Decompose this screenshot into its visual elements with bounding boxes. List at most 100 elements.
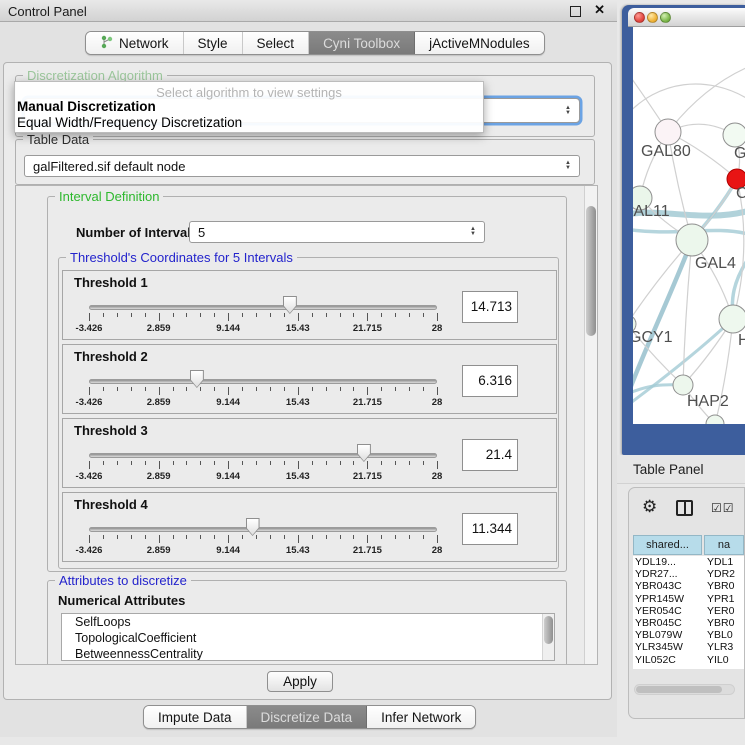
- node-gal4[interactable]: [676, 224, 708, 256]
- scrollbar-thumb[interactable]: [544, 616, 553, 644]
- cell-shared-name[interactable]: YBR043C: [633, 580, 704, 592]
- threshold-2-slider[interactable]: -3.4262.8599.14415.4321.71528: [89, 345, 437, 415]
- float-window-icon[interactable]: [570, 6, 581, 17]
- table-rows[interactable]: YDL19...YDL1YDR27...YDR2YBR043CYBR0YPR14…: [633, 556, 744, 669]
- cell-name[interactable]: YBR0: [704, 617, 744, 629]
- column-header-shared-name[interactable]: shared...: [633, 535, 702, 555]
- cell-name[interactable]: YER0: [704, 605, 744, 617]
- threshold-1-slider[interactable]: -3.4262.8599.14415.4321.71528: [89, 271, 437, 341]
- apply-button[interactable]: Apply: [267, 671, 333, 692]
- table-row[interactable]: YLR345WYLR3: [633, 641, 744, 653]
- attribute-list-item[interactable]: BetweennessCentrality: [62, 646, 554, 661]
- attributes-list-scrollbar[interactable]: [542, 614, 554, 660]
- cell-name[interactable]: YDR2: [704, 568, 744, 580]
- threshold-2-value-field[interactable]: 6.316: [462, 365, 518, 397]
- table-row[interactable]: YIL052CYIL0: [633, 654, 744, 666]
- slider-tick: [173, 313, 174, 317]
- table-row[interactable]: YBR045CYBR0: [633, 617, 744, 629]
- dropdown-option-equal-width-frequency[interactable]: Equal Width/Frequency Discretization: [15, 115, 483, 131]
- slider-tick-label: 21.715: [353, 545, 382, 556]
- slider-ticks: [89, 461, 437, 470]
- slider-tick-label: -3.426: [76, 471, 103, 482]
- slider-track[interactable]: [89, 453, 437, 458]
- cell-shared-name[interactable]: YLR345W: [633, 641, 704, 653]
- attribute-list-item[interactable]: TopologicalCoefficient: [62, 630, 554, 646]
- threshold-4-value-field[interactable]: 11.344: [462, 513, 518, 545]
- threshold-4-slider[interactable]: -3.4262.8599.14415.4321.71528: [89, 493, 437, 563]
- node-bottom[interactable]: [706, 415, 724, 424]
- network-canvas[interactable]: GAL80 G. C GAL11 GAL4 GCY1 H HAP2: [633, 27, 745, 424]
- slider-thumb[interactable]: [246, 518, 260, 536]
- table-horizontal-scrollbar[interactable]: [634, 684, 735, 695]
- tab-impute-data[interactable]: Impute Data: [144, 706, 247, 728]
- scrollbar-thumb[interactable]: [636, 686, 722, 693]
- cell-shared-name[interactable]: YDL19...: [633, 556, 704, 568]
- numerical-attributes-list[interactable]: SelfLoopsTopologicalCoefficientBetweenne…: [61, 613, 555, 661]
- slider-tick: [395, 461, 396, 465]
- columns-icon[interactable]: [676, 500, 693, 516]
- scrollbar-thumb[interactable]: [586, 206, 596, 336]
- table-row[interactable]: YBL079WYBL0: [633, 629, 744, 641]
- slider-track[interactable]: [89, 527, 437, 532]
- cell-name[interactable]: YDL1: [704, 556, 744, 568]
- table-data-title: Table Data: [23, 132, 93, 147]
- cell-name[interactable]: YLR3: [704, 641, 744, 653]
- tab-discretize-data[interactable]: Discretize Data: [247, 706, 368, 728]
- network-icon: [100, 35, 113, 52]
- slider-tick: [89, 387, 90, 395]
- slider-thumb[interactable]: [357, 444, 371, 462]
- cell-name[interactable]: YBL0: [704, 629, 744, 641]
- tab-network[interactable]: Network: [86, 32, 184, 54]
- slider-tick-label: -3.426: [76, 323, 103, 334]
- gear-icon[interactable]: ⚙: [642, 497, 657, 517]
- cell-name[interactable]: YIL0: [704, 654, 744, 666]
- zoom-traffic-light[interactable]: [660, 12, 671, 23]
- slider-tick-label: 15.43: [286, 471, 310, 482]
- table-row[interactable]: YPR145WYPR1: [633, 593, 744, 605]
- cell-shared-name[interactable]: YPR145W: [633, 593, 704, 605]
- table-row[interactable]: YBR043CYBR0: [633, 580, 744, 592]
- cell-shared-name[interactable]: YBL079W: [633, 629, 704, 641]
- number-of-intervals-spinner[interactable]: 5 ▲▼: [189, 221, 485, 243]
- threshold-1-value-field[interactable]: 14.713: [462, 291, 518, 323]
- slider-tick: [117, 313, 118, 317]
- cell-shared-name[interactable]: YIL052C: [633, 654, 704, 666]
- cell-shared-name[interactable]: YBR045C: [633, 617, 704, 629]
- table-data-combobox[interactable]: galFiltered.sif default node ▲▼: [24, 155, 580, 177]
- settings-vertical-scrollbar[interactable]: [584, 186, 597, 664]
- tab-select[interactable]: Select: [243, 32, 310, 54]
- dropdown-option-manual-discretization[interactable]: Manual Discretization: [15, 99, 483, 115]
- close-icon[interactable]: ✕: [594, 2, 605, 18]
- table-row[interactable]: YDL19...YDL1: [633, 556, 744, 568]
- slider-tick: [326, 313, 327, 317]
- threshold-3-slider[interactable]: -3.4262.8599.14415.4321.71528: [89, 419, 437, 489]
- node-hap2[interactable]: [673, 375, 693, 395]
- attribute-list-item[interactable]: SelfLoops: [62, 614, 554, 630]
- slider-track[interactable]: [89, 379, 437, 384]
- tab-style[interactable]: Style: [184, 32, 243, 54]
- node-gal80[interactable]: [655, 119, 681, 145]
- table-row[interactable]: YER054CYER0: [633, 605, 744, 617]
- cell-shared-name[interactable]: YER054C: [633, 605, 704, 617]
- tab-jactivemnodules[interactable]: jActiveMNodules: [415, 32, 544, 54]
- node-h[interactable]: [719, 305, 745, 333]
- column-header-name[interactable]: na: [704, 535, 744, 555]
- node-g[interactable]: [723, 123, 745, 147]
- slider-tick: [145, 461, 146, 465]
- cell-name[interactable]: YPR1: [704, 593, 744, 605]
- cell-shared-name[interactable]: YDR27...: [633, 568, 704, 580]
- tab-network-label: Network: [119, 36, 169, 51]
- slider-thumb[interactable]: [283, 296, 297, 314]
- slider-tick-label: 28: [432, 471, 443, 482]
- close-traffic-light[interactable]: [634, 12, 645, 23]
- tab-cyni-toolbox[interactable]: Cyni Toolbox: [309, 32, 415, 54]
- slider-track[interactable]: [89, 305, 437, 310]
- slider-thumb[interactable]: [190, 370, 204, 388]
- minimize-traffic-light[interactable]: [647, 12, 658, 23]
- tab-infer-network[interactable]: Infer Network: [367, 706, 475, 728]
- cell-name[interactable]: YBR0: [704, 580, 744, 592]
- tab-jactivemnodules-label: jActiveMNodules: [429, 36, 530, 51]
- table-row[interactable]: YDR27...YDR2: [633, 568, 744, 580]
- threshold-3-value-field[interactable]: 21.4: [462, 439, 518, 471]
- select-columns-icon[interactable]: ☑☑: [711, 501, 735, 515]
